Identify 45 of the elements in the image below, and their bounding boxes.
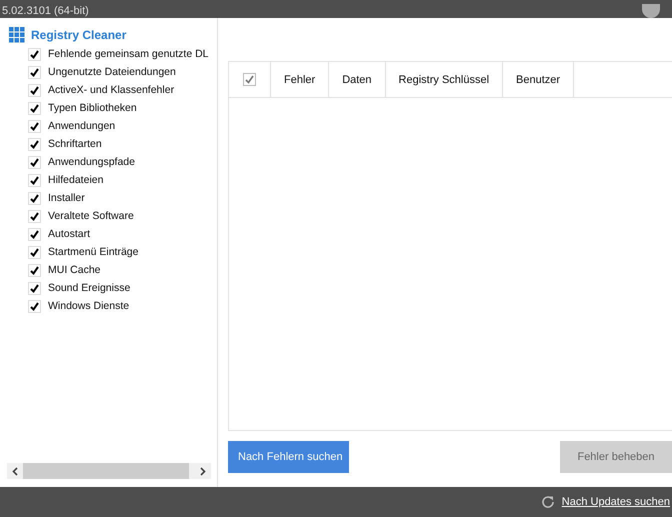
category-label[interactable]: MUI Cache (48, 264, 101, 276)
checkbox[interactable] (28, 156, 41, 168)
category-label[interactable]: Hilfedateien (48, 174, 104, 186)
category-label[interactable]: Ungenutzte Dateiendungen (48, 66, 176, 78)
checkbox[interactable] (28, 228, 41, 240)
scroll-thumb[interactable] (23, 463, 189, 479)
column-header[interactable]: Benutzer (503, 62, 574, 97)
category-label[interactable]: Schriftarten (48, 138, 102, 150)
refresh-icon (540, 494, 556, 510)
checkbox[interactable] (28, 246, 41, 258)
category-label[interactable]: Startmenü Einträge (48, 246, 138, 258)
category-label[interactable]: Anwendungen (48, 120, 116, 132)
column-header[interactable]: Daten (329, 62, 386, 97)
category-label[interactable]: Autostart (48, 228, 90, 240)
version-text: 5.02.3101 (64-bit) (2, 4, 89, 18)
scan-button[interactable]: Nach Fehlern suchen (228, 441, 349, 473)
checkbox[interactable] (28, 84, 41, 96)
checkbox[interactable] (28, 138, 41, 150)
category-label[interactable]: Windows Dienste (48, 300, 130, 312)
category-label[interactable]: Fehlende gemeinsam genutzte DL (48, 48, 209, 60)
checkbox[interactable] (28, 210, 41, 222)
category-label[interactable]: Veraltete Software (48, 210, 134, 222)
checkbox[interactable] (28, 264, 41, 276)
category-label[interactable]: Typen Bibliotheken (48, 102, 137, 114)
horizontal-scrollbar[interactable] (7, 463, 211, 479)
checkbox[interactable] (28, 192, 41, 204)
category-label[interactable]: Installer (48, 192, 85, 204)
checkbox[interactable] (28, 174, 41, 186)
checkbox[interactable] (28, 66, 41, 78)
scroll-left-icon[interactable] (12, 466, 18, 476)
scroll-right-icon[interactable] (200, 466, 206, 476)
checkbox[interactable] (28, 48, 41, 60)
checkbox[interactable] (28, 102, 41, 114)
column-header[interactable]: Registry Schlüssel (386, 62, 504, 97)
category-label[interactable]: Anwendungspfade (48, 156, 135, 168)
checkbox[interactable] (28, 120, 41, 132)
category-label[interactable]: ActiveX- und Klassenfehler (48, 84, 174, 96)
checkbox[interactable] (28, 282, 41, 294)
column-header[interactable]: Fehler (271, 62, 330, 97)
section-title: Registry Cleaner (31, 28, 126, 42)
select-all-checkbox[interactable] (243, 73, 256, 86)
update-link[interactable]: Nach Updates suchen (562, 496, 670, 508)
checkbox[interactable] (28, 300, 41, 312)
grid-icon (9, 27, 25, 43)
category-label[interactable]: Sound Ereignisse (48, 282, 130, 294)
